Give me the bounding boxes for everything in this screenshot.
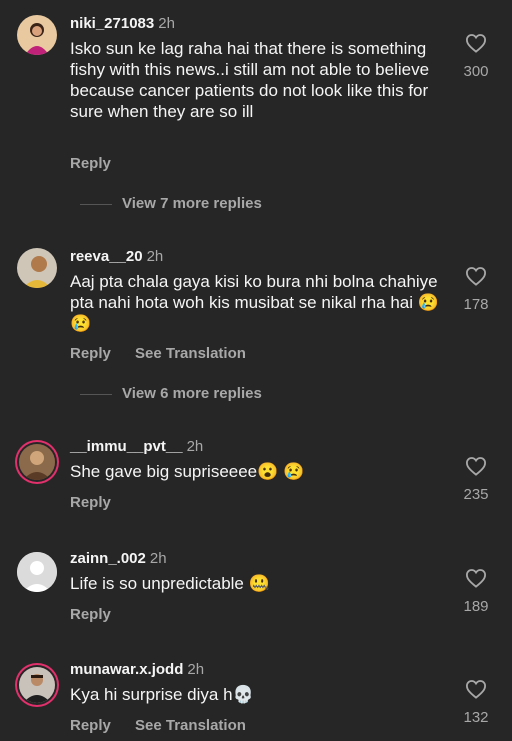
user-avatar[interactable] [19,667,55,703]
like-count: 189 [463,598,489,615]
default-avatar-icon[interactable] [17,552,57,592]
divider-line [80,203,112,205]
comment-username[interactable]: __immu__pvt__ 2h [70,438,203,455]
see-translation-button[interactable]: See Translation [135,717,246,734]
like-count: 235 [463,486,489,503]
see-translation-button[interactable]: See Translation [135,345,246,362]
like-count: 300 [463,63,489,80]
comment-time: 2h [187,661,205,678]
user-avatar[interactable] [17,248,57,288]
heart-icon[interactable] [465,33,487,53]
comment-time: 2h [186,438,204,455]
heart-icon[interactable] [465,266,487,286]
like-count: 178 [463,296,489,313]
comment-actions: Reply [70,606,131,623]
reply-button[interactable]: Reply [70,717,111,734]
like-control: 300 [460,33,492,80]
like-count: 132 [463,709,489,726]
comment-time: 2h [146,248,164,265]
like-control: 189 [460,568,492,615]
comment-time: 2h [149,550,167,567]
like-control: 132 [460,679,492,726]
like-control: 178 [460,266,492,313]
heart-icon[interactable] [465,568,487,588]
comment-actions: Reply [70,155,131,172]
comment-actions: Reply See Translation [70,717,266,734]
comment-username[interactable]: munawar.x.jodd 2h [70,661,204,678]
like-control: 235 [460,456,492,503]
comment-username[interactable]: zainn_.002 2h [70,550,167,567]
reply-button[interactable]: Reply [70,155,111,172]
reply-button[interactable]: Reply [70,606,111,623]
heart-icon[interactable] [465,679,487,699]
comment-actions: Reply [70,494,131,511]
reply-button[interactable]: Reply [70,345,111,362]
comment-text: Isko sun ke lag raha hai that there is s… [70,39,430,121]
user-avatar[interactable] [19,444,55,480]
reply-button[interactable]: Reply [70,494,111,511]
comment-text: Life is so unpredictable 🤐 [70,574,270,593]
comment-text: Kya hi surprise diya h💀 [70,685,254,704]
comment-text: She gave big supriseeee😮 😢 [70,462,305,481]
view-replies-button[interactable]: View 6 more replies [70,385,262,402]
comment-actions: Reply See Translation [70,345,266,362]
divider-line [80,393,112,395]
user-avatar[interactable] [17,15,57,55]
comment-time: 2h [158,15,175,32]
heart-icon[interactable] [465,456,487,476]
comment-username[interactable]: reeva__20 2h [70,248,163,265]
comment-text: Aaj pta chala gaya kisi ko bura nhi boln… [70,272,439,333]
view-replies-button[interactable]: View 7 more replies [70,195,262,212]
comment-username[interactable]: niki_271083 2h [70,15,175,32]
